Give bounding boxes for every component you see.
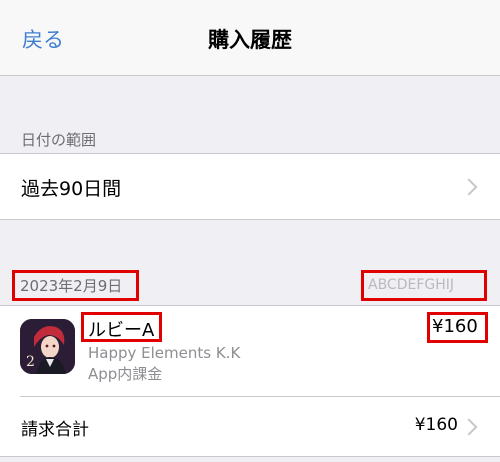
purchase-type: App内課金	[88, 365, 163, 383]
highlight-box	[427, 312, 488, 343]
total-row[interactable]: 請求合計 ¥160	[0, 396, 500, 457]
chevron-right-icon	[460, 178, 478, 196]
developer-name: Happy Elements K.K	[88, 344, 241, 362]
navigation-bar: 戻る 購入履歴	[0, 0, 500, 76]
svg-text:2: 2	[26, 354, 35, 370]
chevron-right-icon	[460, 418, 478, 436]
page-title: 購入履歴	[208, 28, 292, 52]
divider	[20, 396, 500, 397]
date-range-row[interactable]: 過去90日間	[0, 153, 500, 220]
highlight-box	[81, 312, 162, 342]
date-range-value: 過去90日間	[21, 178, 122, 200]
total-label: 請求合計	[21, 420, 89, 440]
total-value: ¥160	[414, 415, 458, 435]
highlight-box	[12, 270, 139, 301]
highlight-box	[361, 270, 487, 301]
purchase-item-row[interactable]: 2	[0, 305, 500, 396]
app-icon: 2	[20, 319, 75, 374]
date-range-header: 日付の範囲	[21, 131, 97, 149]
